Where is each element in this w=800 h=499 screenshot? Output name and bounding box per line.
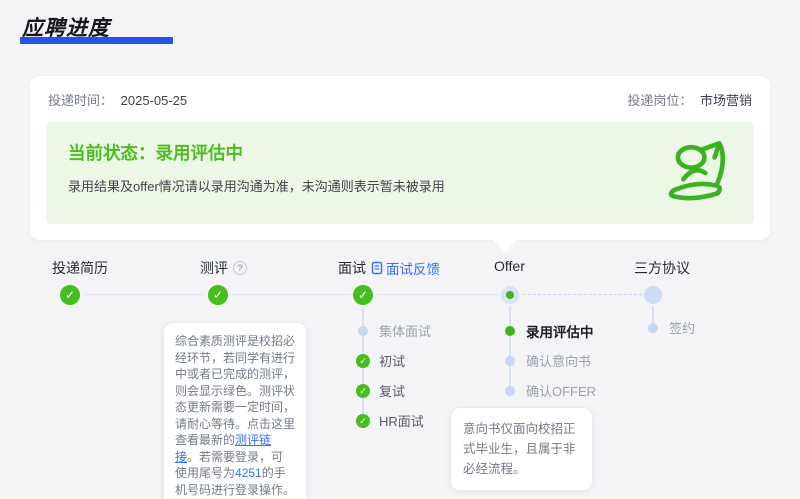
connector-line <box>232 294 351 295</box>
check-icon: ✓ <box>356 383 370 398</box>
current-dot <box>506 291 514 299</box>
status-description: 录用结果及offer情况请以录用沟通为准，未沟通则表示暂未被录用 <box>68 179 445 194</box>
substep-group-offer: 录用评估中 <box>503 321 594 341</box>
submit-time-value: 2025-05-25 <box>120 93 188 108</box>
stage-node-agreement-pending <box>644 286 662 304</box>
stage-label-agreement: 三方协议 <box>634 260 690 276</box>
help-icon[interactable]: ? <box>233 261 247 275</box>
interview-feedback-link[interactable]: 面试反馈 <box>371 258 440 278</box>
stage-label-interview: 面试 面试反馈 <box>338 258 440 278</box>
connector-line-dashed <box>523 294 642 295</box>
pending-dot <box>505 385 515 396</box>
check-icon: ✓ <box>356 413 370 428</box>
stage-node-assessment-done: ✓ <box>208 285 228 305</box>
position-value: 市场营销 <box>699 93 752 108</box>
position-label: 投递岗位： <box>627 93 693 108</box>
status-title: 当前状态：录用评估中 <box>68 143 243 163</box>
connector-line <box>84 294 204 295</box>
submit-time: 投递时间： 2025-05-25 <box>48 90 187 109</box>
submit-time-label: 投递时间： <box>48 93 114 108</box>
position: 投递岗位： 市场营销 <box>627 90 752 109</box>
page-title: 应聘进度 <box>22 17 110 40</box>
card-header: 投递时间： 2025-05-25 投递岗位： 市场营销 <box>48 90 752 109</box>
substep-group-offer: 确认意向书 <box>503 351 591 370</box>
current-dot <box>505 326 515 336</box>
current-status-banner: 当前状态：录用评估中 录用结果及offer情况请以录用沟通为准，未沟通则表示暂未… <box>46 122 754 224</box>
stage-node-interview-done: ✓ <box>353 285 373 305</box>
application-progress-page: 应聘进度 投递时间： 2025-05-25 投递岗位： 市场营销 当前状态：录用… <box>0 0 800 499</box>
stage-label-offer: Offer <box>494 258 525 274</box>
pending-dot <box>505 355 515 366</box>
assessment-tooltip-text: 综合素质测评是校招必经环节，若同学有进行中或者已完成的测评，则会显示绿色。测评状… <box>175 334 296 447</box>
document-icon <box>371 261 383 275</box>
substep-line-offer <box>509 306 511 388</box>
substep-group-offer: 确认OFFER <box>503 381 596 400</box>
substep-group-agreement: 签约 <box>646 318 695 337</box>
pending-dot <box>648 322 658 333</box>
stage-label-assessment: 测评 ? <box>200 258 247 278</box>
assessment-tooltip: 综合素质测评是校招必经环节，若同学有进行中或者已完成的测评，则会显示绿色。测评状… <box>163 322 307 499</box>
check-icon: ✓ <box>356 353 370 368</box>
substep-group-interview: ✓ HR面试 <box>356 411 424 430</box>
offer-note-text: 意向书仅面向校招正式毕业生，且属于非必经流程。 <box>463 422 576 476</box>
substep-group-interview: 集体面试 <box>356 321 431 340</box>
substep-group-interview: ✓ 初试 <box>356 351 405 370</box>
progress-card: 投递时间： 2025-05-25 投递岗位： 市场营销 当前状态：录用评估中 录… <box>30 76 770 252</box>
pending-dot <box>358 325 368 336</box>
green-scroll-certificate-icon <box>668 141 726 201</box>
offer-note-tooltip: 意向书仅面向校招正式毕业生，且属于非必经流程。 <box>450 407 593 491</box>
phone-suffix: 4251 <box>235 466 262 480</box>
substep-group-interview: ✓ 复试 <box>356 381 405 400</box>
stage-label-resume: 投递简历 <box>52 260 108 276</box>
connector-line <box>377 294 499 295</box>
card-arrow-notch <box>493 240 517 252</box>
stage-node-offer-current <box>501 286 519 304</box>
stage-node-resume-done: ✓ <box>60 285 80 305</box>
